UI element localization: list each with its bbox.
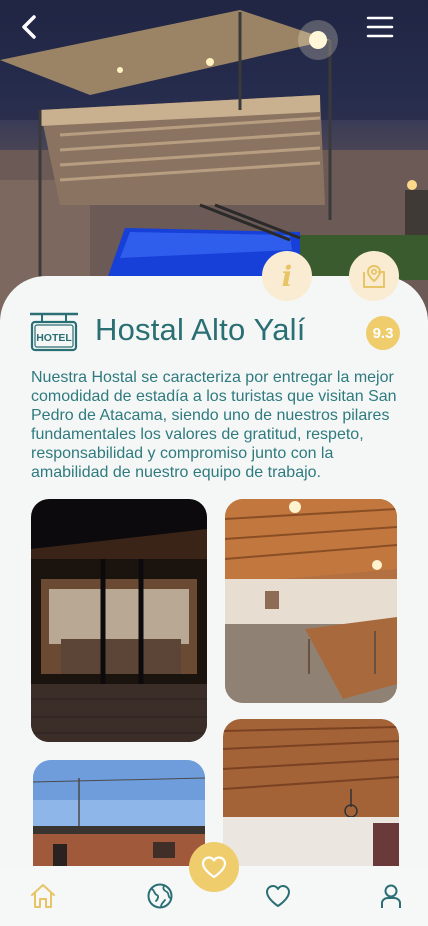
home-icon [31, 884, 55, 908]
favorite-fab-button[interactable] [189, 842, 239, 892]
hotel-sign-icon: HOTEL [30, 310, 78, 352]
nav-explore[interactable] [142, 878, 178, 914]
nav-home[interactable] [25, 878, 61, 914]
globe-icon [147, 883, 173, 909]
map-pin-icon [363, 264, 385, 288]
back-button[interactable] [18, 14, 58, 54]
user-icon [381, 884, 401, 908]
hotel-name: Hostal Alto Yalí [95, 312, 306, 347]
hamburger-menu-icon [366, 16, 394, 38]
nav-profile[interactable] [373, 878, 409, 914]
info-button[interactable]: i [262, 251, 312, 301]
gallery-photo-exterior[interactable] [33, 760, 205, 870]
gallery-photo-wood-room[interactable] [223, 719, 399, 869]
menu-button[interactable] [366, 14, 406, 54]
chevron-left-icon [22, 15, 36, 39]
gallery-photo-wood-dining[interactable] [225, 499, 397, 703]
rating-badge: 9.3 [366, 316, 400, 350]
hotel-description: Nuestra Hostal se caracteriza por entreg… [31, 369, 397, 481]
heart-icon [266, 885, 290, 907]
gallery-photo-dining-night[interactable] [31, 499, 207, 742]
heart-icon [201, 856, 227, 879]
nav-favorites[interactable] [260, 878, 296, 914]
hotel-badge-text: HOTEL [36, 332, 72, 344]
map-button[interactable] [349, 251, 399, 301]
info-icon: i [281, 259, 293, 293]
